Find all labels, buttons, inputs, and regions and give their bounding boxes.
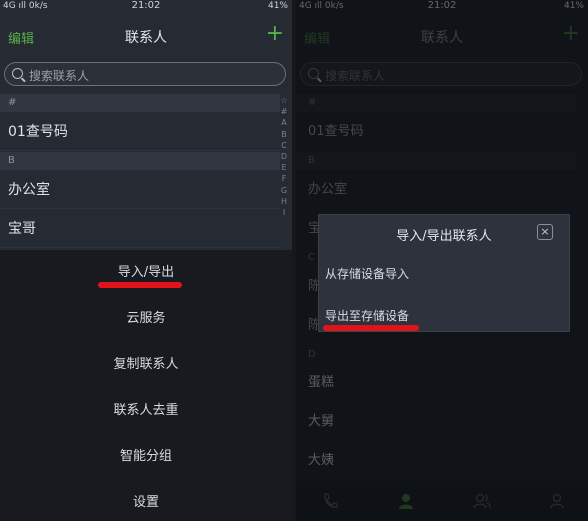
export-to-storage-option[interactable]: 导出至存储设备	[325, 307, 409, 324]
overflow-menu: 导入/导出 云服务 复制联系人 联系人去重 智能分组 设置	[0, 250, 292, 521]
index-letter[interactable]: ☆	[278, 95, 290, 106]
search-input[interactable]: 搜索联系人	[4, 62, 286, 86]
add-contact-button[interactable]: +	[266, 23, 284, 45]
highlight-underline	[323, 325, 419, 331]
left-screen: 4G ıll 0k/s 21:02 41% 编辑 联系人 + 搜索联系人 # 0…	[0, 0, 292, 521]
contact-row[interactable]: 宝哥	[0, 210, 280, 248]
index-letter[interactable]: I	[278, 207, 290, 218]
section-header-b: B	[0, 152, 280, 170]
menu-cloud-service[interactable]: 云服务	[0, 296, 292, 342]
search-icon	[12, 68, 23, 79]
page-title: 联系人	[125, 30, 167, 46]
index-letter[interactable]: D	[278, 151, 290, 162]
import-export-dialog: 导入/导出联系人 × 从存储设备导入 导出至存储设备	[318, 214, 570, 332]
index-letter[interactable]: H	[278, 196, 290, 207]
header: 编辑 联系人 +	[0, 22, 292, 50]
index-letter[interactable]: G	[278, 185, 290, 196]
index-letter[interactable]: F	[278, 173, 290, 184]
search-placeholder: 搜索联系人	[29, 69, 90, 83]
menu-copy-contacts[interactable]: 复制联系人	[0, 342, 292, 388]
battery-status: 41%	[267, 1, 288, 11]
alphabet-index[interactable]: ☆ # A B C D E F G H I	[278, 95, 290, 218]
clock: 21:02	[131, 0, 161, 11]
import-from-storage-option[interactable]: 从存储设备导入	[325, 265, 409, 282]
index-letter[interactable]: A	[278, 117, 290, 128]
menu-settings[interactable]: 设置	[0, 480, 292, 521]
menu-import-export[interactable]: 导入/导出	[0, 250, 292, 296]
section-header-hash: #	[0, 94, 280, 112]
right-screen: 4G ıll 0k/s 21:02 41% 编辑 联系人 + 搜索联系人 # 0…	[296, 0, 588, 521]
index-letter[interactable]: B	[278, 129, 290, 140]
menu-smart-group[interactable]: 智能分组	[0, 434, 292, 480]
contact-row[interactable]: 01查号码	[0, 113, 280, 151]
status-bar: 4G ıll 0k/s 21:02 41%	[0, 0, 292, 14]
close-icon[interactable]: ×	[537, 224, 553, 240]
index-letter[interactable]: E	[278, 162, 290, 173]
index-letter[interactable]: #	[278, 106, 290, 117]
highlight-underline	[98, 282, 182, 288]
menu-dedupe-contacts[interactable]: 联系人去重	[0, 388, 292, 434]
index-letter[interactable]: C	[278, 140, 290, 151]
dialog-title: 导入/导出联系人	[396, 229, 492, 244]
contact-row[interactable]: 办公室	[0, 171, 280, 209]
